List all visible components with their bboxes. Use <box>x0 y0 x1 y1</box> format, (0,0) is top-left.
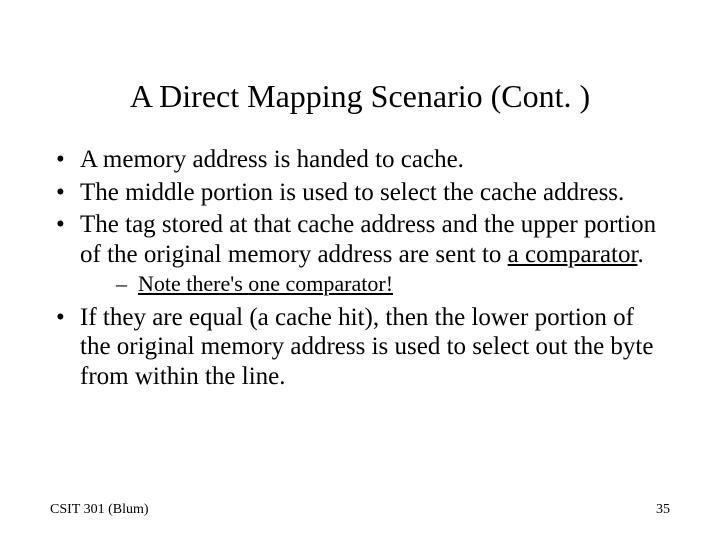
sub-bullet-list: Note there's one comparator! <box>80 271 670 297</box>
footer-left: CSIT 301 (Blum) <box>50 502 149 518</box>
bullet-item: The middle portion is used to select the… <box>50 178 670 208</box>
bullet-item: The tag stored at that cache address and… <box>50 210 670 297</box>
sub-bullet-item: Note there's one comparator! <box>80 271 670 297</box>
bullet-text: A memory address is handed to cache. <box>80 146 464 173</box>
bullet-text: The middle portion is used to select the… <box>80 179 624 206</box>
underlined-text: a comparator <box>508 241 638 268</box>
slide-number: 35 <box>656 502 670 518</box>
footer: CSIT 301 (Blum) 35 <box>50 502 670 518</box>
bullet-list: A memory address is handed to cache. The… <box>50 145 670 391</box>
underlined-text: Note there's <box>138 271 248 296</box>
bullet-item: If they are equal (a cache hit), then th… <box>50 303 670 392</box>
slide-title: A Direct Mapping Scenario (Cont. ) <box>50 78 670 115</box>
bullet-text: If they are equal (a cache hit), then th… <box>80 304 653 390</box>
underlined-text: one comparator! <box>248 271 393 296</box>
slide: A Direct Mapping Scenario (Cont. ) A mem… <box>0 0 720 540</box>
bullet-item: A memory address is handed to cache. <box>50 145 670 175</box>
slide-body: A memory address is handed to cache. The… <box>50 145 670 391</box>
bullet-text: . <box>637 241 643 268</box>
